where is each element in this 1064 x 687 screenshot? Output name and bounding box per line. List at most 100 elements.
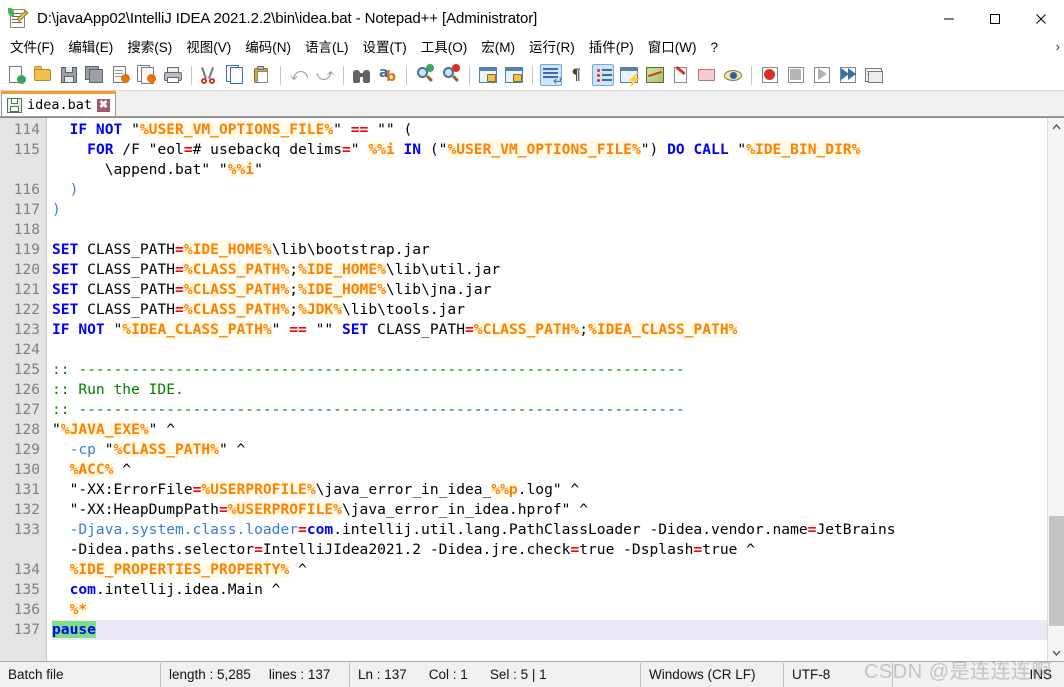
code-line[interactable]: %ACC% ^ [52, 460, 1064, 480]
code-line[interactable]: :: -------------------------------------… [52, 360, 1064, 380]
vertical-scrollbar[interactable] [1047, 118, 1064, 661]
undo-icon[interactable]: ⤺ [288, 64, 310, 86]
close-all-files-icon[interactable] [136, 64, 158, 86]
show-all-characters-icon[interactable]: ¶ [566, 64, 588, 86]
find-icon[interactable] [351, 64, 373, 86]
paste-icon[interactable] [251, 64, 273, 86]
menu-overflow-chevron-icon[interactable]: › [1056, 39, 1060, 54]
folder-as-workspace-icon[interactable] [696, 64, 718, 86]
code-line[interactable]: \append.bat" "%%i" [52, 160, 1064, 180]
code-line[interactable]: SET CLASS_PATH=%CLASS_PATH%;%JDK%\lib\to… [52, 300, 1064, 320]
code-line[interactable]: ) [52, 200, 1064, 220]
open-file-icon[interactable] [32, 64, 54, 86]
code-token: ; [289, 281, 299, 298]
code-text-area[interactable]: IF NOT "%USER_VM_OPTIONS_FILE%" == "" ( … [47, 118, 1064, 661]
zoom-out-icon[interactable] [440, 64, 462, 86]
editor-area[interactable]: 114 115 116 117 118 119 120 121 122 123 124 125 126 1… [0, 117, 1064, 661]
word-wrap-icon[interactable]: ↵ [540, 64, 563, 88]
code-token: "" ( [368, 121, 413, 138]
code-token: " [350, 141, 369, 158]
menu-run[interactable]: 运行(R) [522, 38, 582, 59]
indent-guide-icon[interactable] [592, 64, 614, 86]
code-line[interactable]: ) [52, 180, 1064, 200]
document-map-icon[interactable] [644, 64, 666, 86]
scroll-up-arrow-icon[interactable] [1048, 118, 1064, 135]
save-all-icon[interactable] [84, 64, 106, 86]
copy-icon[interactable] [225, 64, 247, 86]
code-line[interactable]: %* [52, 600, 1064, 620]
close-file-icon[interactable] [110, 64, 132, 86]
code-line[interactable]: "%JAVA_EXE%" ^ [52, 420, 1064, 440]
code-line[interactable]: "-XX:ErrorFile=%USERPROFILE%\java_error_… [52, 480, 1064, 500]
user-defined-language-icon[interactable]: ⚡ [618, 64, 642, 87]
code-line[interactable]: :: Run the IDE. [52, 380, 1064, 400]
code-line[interactable]: SET CLASS_PATH=%IDE_HOME%\lib\bootstrap.… [52, 240, 1064, 260]
menu-edit[interactable]: 编辑(E) [61, 38, 120, 59]
print-icon[interactable] [162, 64, 184, 86]
run-macro-multiple-times-icon[interactable] [837, 64, 859, 86]
status-eol-format[interactable]: Windows (CR LF) [641, 662, 783, 687]
code-line[interactable]: -Didea.paths.selector=IntelliJIdea2021.2… [52, 540, 1064, 560]
menu-window[interactable]: 窗口(W) [641, 38, 704, 59]
code-line[interactable]: SET CLASS_PATH=%CLASS_PATH%;%IDE_HOME%\l… [52, 280, 1064, 300]
toolbar-separator [469, 65, 470, 85]
menu-macro[interactable]: 宏(M) [474, 38, 522, 59]
tab-close-icon[interactable]: ✖ [97, 98, 111, 112]
status-file-type: Batch file [8, 667, 64, 682]
scrollbar-thumb[interactable] [1049, 516, 1064, 626]
menu-plugins[interactable]: 插件(P) [582, 38, 641, 59]
line-number: 127 [13, 402, 40, 418]
code-token: SET [52, 281, 79, 298]
menu-encoding[interactable]: 编码(N) [238, 38, 298, 59]
replace-icon[interactable]: ab [377, 64, 399, 86]
code-line[interactable]: com.intellij.idea.Main ^ [52, 580, 1064, 600]
stop-recording-macro-icon[interactable] [785, 64, 807, 86]
menu-search[interactable]: 搜索(S) [120, 38, 179, 59]
code-line[interactable]: %IDE_PROPERTIES_PROPERTY% ^ [52, 560, 1064, 580]
code-line[interactable]: SET CLASS_PATH=%CLASS_PATH%;%IDE_HOME%\l… [52, 260, 1064, 280]
code-token: true ^ [702, 541, 755, 558]
menu-view[interactable]: 视图(V) [179, 38, 238, 59]
code-line[interactable]: -Djava.system.class.loader=com.intellij.… [52, 520, 1064, 540]
playback-macro-icon[interactable] [811, 64, 833, 86]
cut-icon[interactable] [199, 64, 221, 86]
sync-horizontal-scroll-icon[interactable] [503, 64, 525, 86]
code-line[interactable]: -cp "%CLASS_PATH%" ^ [52, 440, 1064, 460]
minimize-icon[interactable] [926, 0, 972, 37]
close-icon[interactable] [1018, 0, 1064, 37]
scroll-down-arrow-icon[interactable] [1048, 644, 1064, 661]
code-line[interactable]: IF NOT "%USER_VM_OPTIONS_FILE%" == "" ( [52, 120, 1064, 140]
code-token: (" [421, 141, 448, 158]
code-token: \lib\bootstrap.jar [271, 241, 430, 258]
code-line[interactable]: "-XX:HeapDumpPath=%USERPROFILE%\java_err… [52, 500, 1064, 520]
zoom-in-icon[interactable] [414, 64, 436, 86]
new-file-icon[interactable] [6, 64, 28, 86]
save-icon[interactable] [58, 64, 80, 86]
code-line[interactable]: pause [52, 620, 1064, 640]
sync-vertical-scroll-icon[interactable] [477, 64, 499, 86]
code-token: pause [52, 621, 96, 638]
line-number: 128 [13, 422, 40, 438]
menu-language[interactable]: 语言(L) [298, 38, 356, 59]
menu-file[interactable]: 文件(F) [3, 38, 61, 59]
monitoring-icon[interactable] [722, 64, 744, 86]
code-line[interactable] [52, 340, 1064, 360]
code-line[interactable]: FOR /F "eol=# usebackq delims=" %%i IN (… [52, 140, 1064, 160]
status-encoding[interactable]: UTF-8 [784, 662, 892, 687]
menu-settings[interactable]: 设置(T) [356, 38, 414, 59]
status-length-lines: length : 5,285 lines : 137 [161, 662, 349, 687]
tab-label: idea.bat [27, 97, 93, 113]
menu-help[interactable]: ? [703, 38, 725, 59]
redo-icon[interactable]: ⤻ [314, 64, 336, 86]
status-insert-mode[interactable]: INS [893, 662, 1064, 687]
code-line[interactable]: IF NOT "%IDEA_CLASS_PATH%" == "" SET CLA… [52, 320, 1064, 340]
code-token: :: -------------------------------------… [52, 401, 685, 418]
save-current-macro-icon[interactable] [863, 64, 885, 86]
menu-tools[interactable]: 工具(O) [414, 38, 475, 59]
start-recording-macro-icon[interactable] [759, 64, 781, 86]
tab-idea-bat[interactable]: idea.bat ✖ [1, 91, 117, 116]
maximize-icon[interactable] [972, 0, 1018, 37]
code-line[interactable] [52, 220, 1064, 240]
function-list-icon[interactable] [670, 64, 692, 86]
code-line[interactable]: :: -------------------------------------… [52, 400, 1064, 420]
